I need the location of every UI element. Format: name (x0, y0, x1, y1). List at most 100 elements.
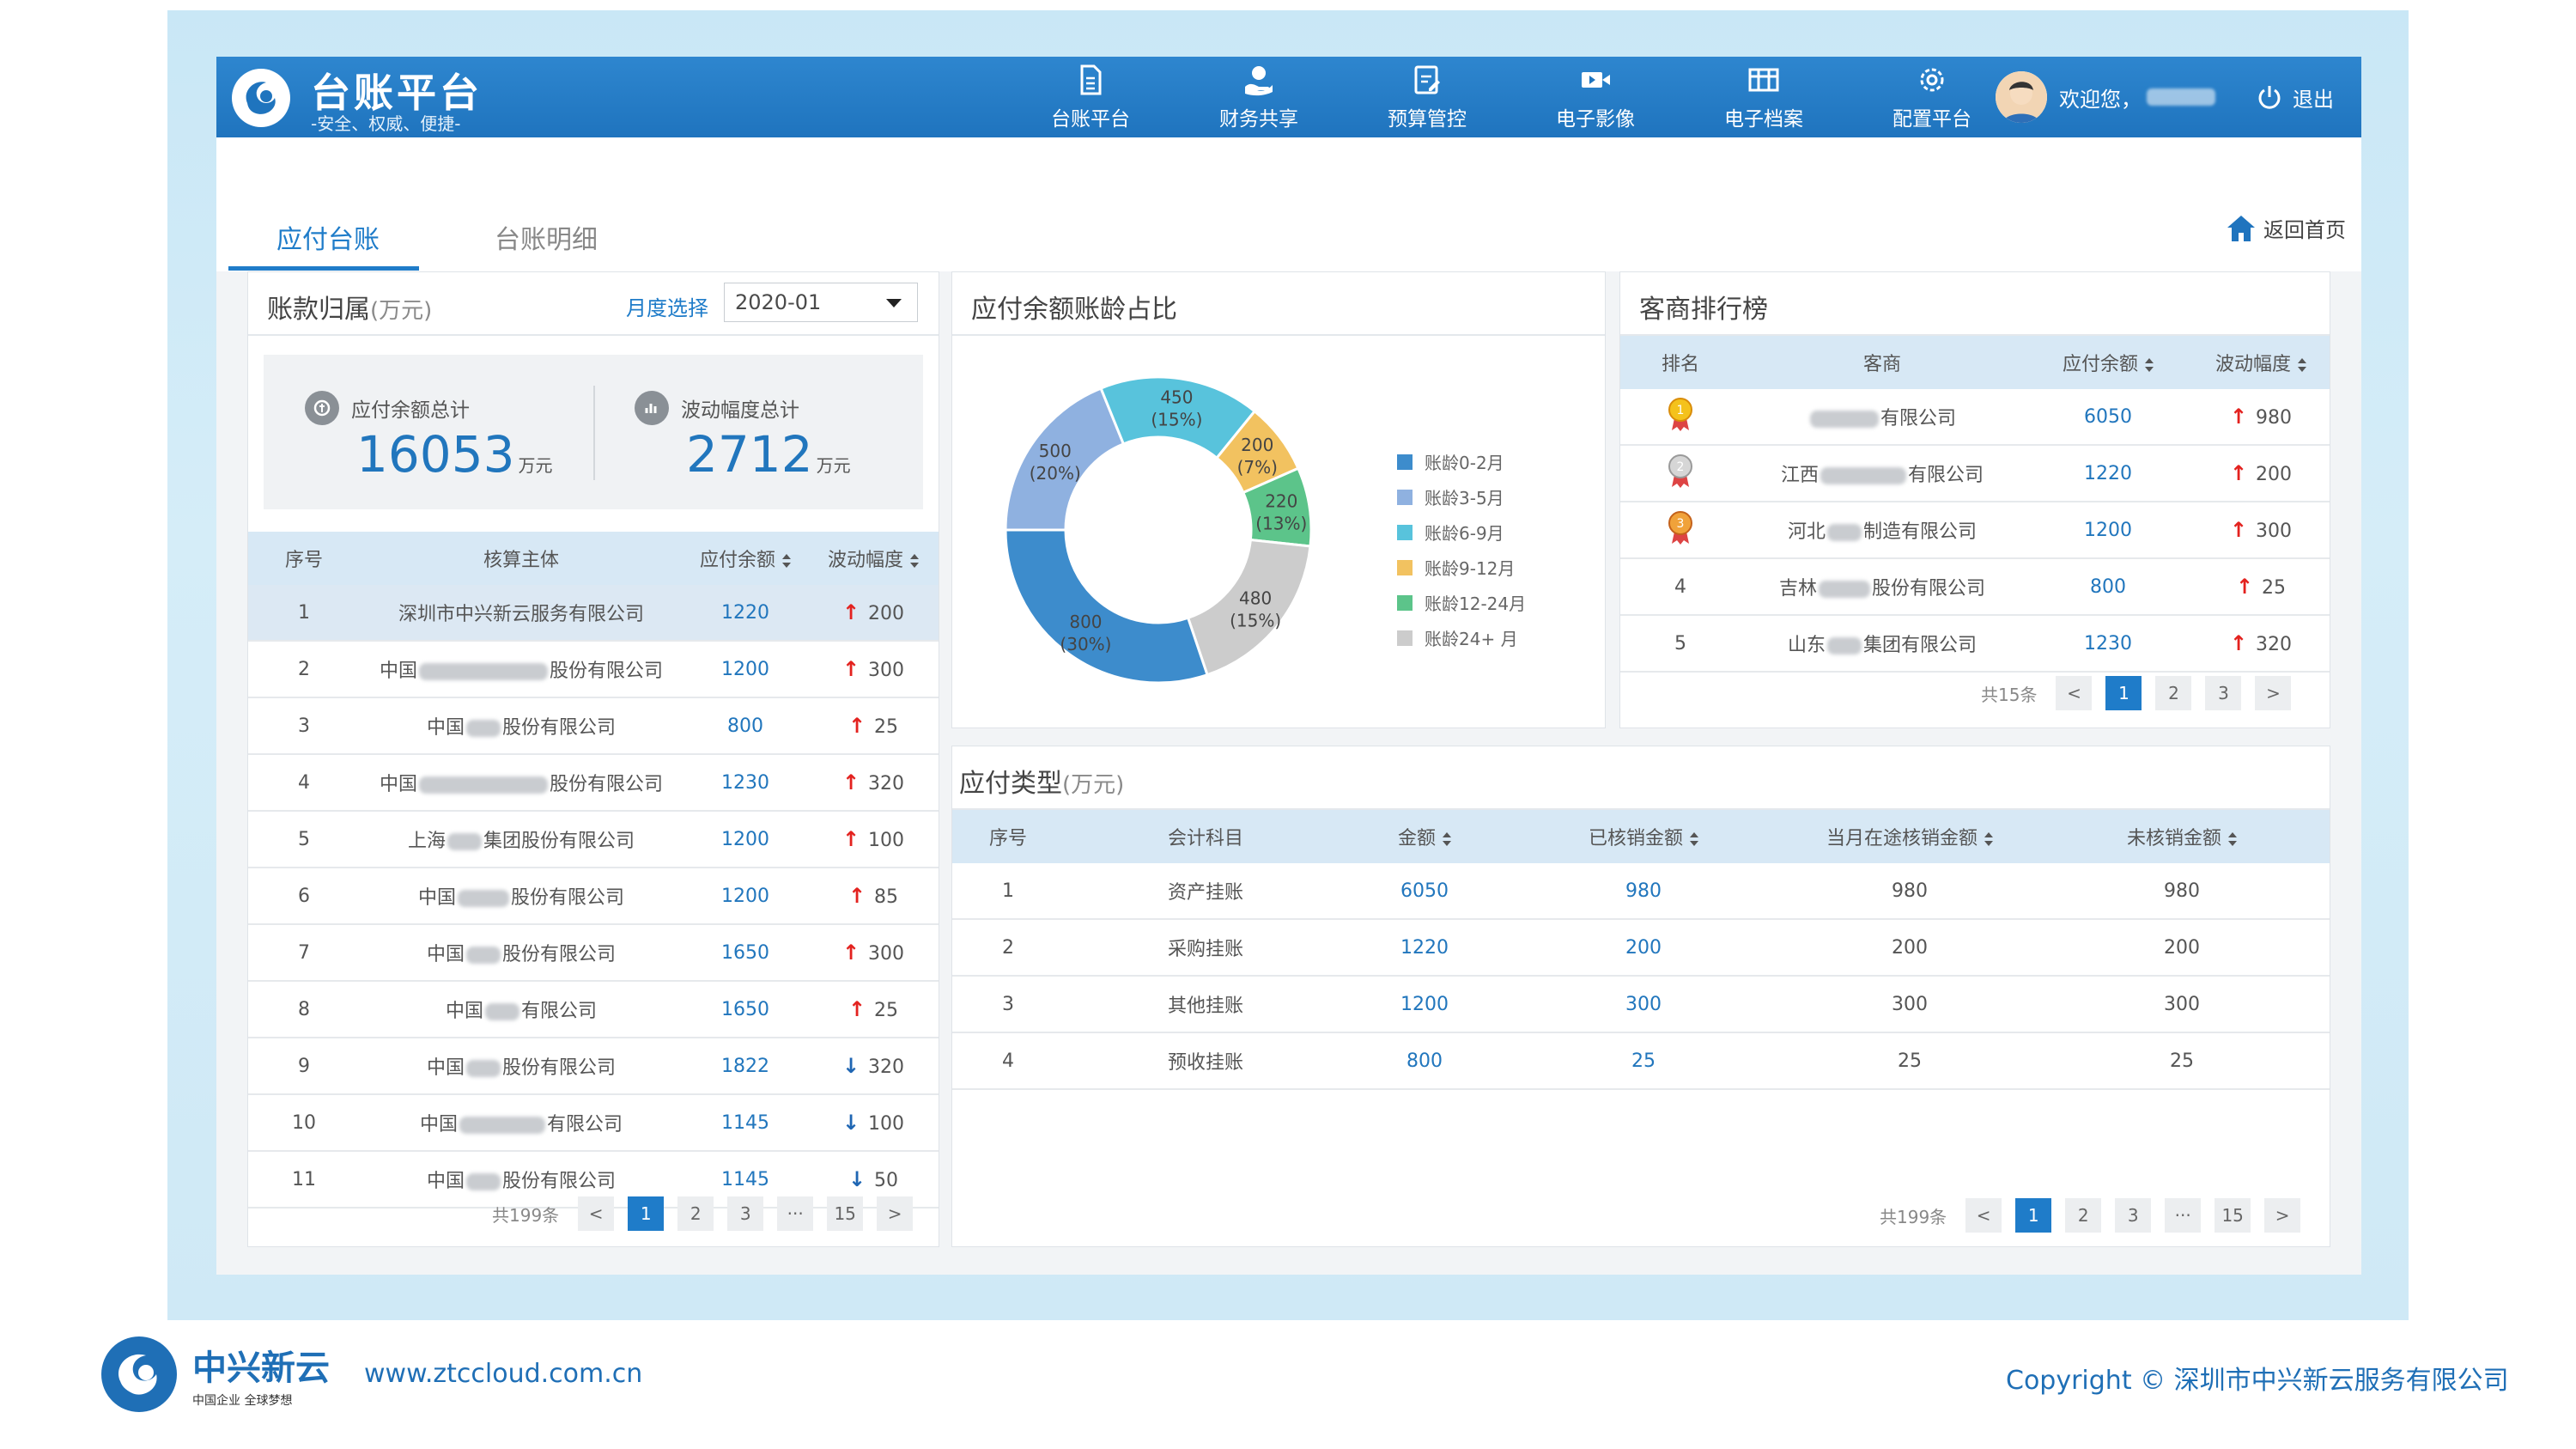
table-row[interactable]: 1 资产挂账 6050 980 980 980 (952, 863, 2330, 920)
table-row[interactable]: 3 中国 股份有限公司 800 ↑ 25 (248, 697, 939, 755)
fluctuation-value: 300 (868, 660, 905, 681)
fluctuation-value: 25 (2262, 577, 2287, 599)
column-header: 会计科目 (1064, 810, 1347, 863)
rank-cell: 3 (1620, 502, 1741, 559)
table-row[interactable]: 5 上海 集团股份有限公司 1200 ↑ 100 (248, 811, 939, 868)
legend-item[interactable]: 账龄24+ 月 (1397, 620, 1526, 655)
pagination-page[interactable]: 3 (727, 1196, 764, 1231)
open-value: 200 (2034, 919, 2330, 977)
fluctuation-value: 300 (2256, 521, 2293, 542)
column-header[interactable]: 未核销金额 (2034, 810, 2330, 863)
aging-card-title: 应付余额账龄占比 (971, 295, 1177, 325)
arrow-up-icon: ↑ (841, 657, 860, 681)
table-row[interactable]: 7 中国 股份有限公司 1650 ↑ 300 (248, 924, 939, 982)
arrow-up-icon: ↑ (848, 884, 866, 908)
pagination-prev[interactable]: < (1965, 1198, 2002, 1233)
nav-finance-sharing[interactable]: 财务共享 (1175, 57, 1343, 137)
sort-icon[interactable] (2298, 358, 2306, 372)
table-row[interactable]: 10 中国 有限公司 1145 ↓ 100 (248, 1094, 939, 1152)
tab-ledger-detail[interactable]: 台账明细 (495, 218, 598, 256)
legend-item[interactable]: 账龄0-2月 (1397, 444, 1526, 479)
pagination-page[interactable]: 1 (2105, 676, 2142, 710)
table-row[interactable]: 4 预收挂账 800 25 25 25 (952, 1032, 2330, 1090)
legend-swatch (1397, 630, 1413, 646)
table-row[interactable]: 2 中国 股份有限公司 1200 ↑ 300 (248, 641, 939, 698)
table-row[interactable]: 2 采购挂账 1220 200 200 200 (952, 919, 2330, 977)
pagination-page[interactable]: 1 (628, 1196, 665, 1231)
sort-icon[interactable] (1984, 832, 1993, 846)
column-header[interactable]: 波动幅度 (808, 532, 939, 585)
column-header: 序号 (248, 532, 360, 585)
table-row[interactable]: 3 河北 制造有限公司 1200 ↑ 300 (1620, 502, 2330, 559)
donut-slice[interactable] (1004, 528, 1209, 685)
fluctuation-cell: ↑ 85 (808, 868, 939, 925)
pagination-page[interactable]: 15 (827, 1196, 864, 1231)
table-row[interactable]: 1 深圳市中兴新云服务有限公司 1220 ↑ 200 (248, 585, 939, 642)
legend-item[interactable]: 账龄3-5月 (1397, 479, 1526, 514)
nav-ledger-platform[interactable]: 台账平台 (1006, 57, 1175, 137)
sort-icon[interactable] (2228, 832, 2237, 846)
sort-icon[interactable] (1690, 832, 1698, 846)
legend-item[interactable]: 账龄12-24月 (1397, 585, 1526, 620)
table-row[interactable]: 9 中国 股份有限公司 1822 ↓ 320 (248, 1038, 939, 1095)
pagination-page[interactable]: 2 (677, 1196, 714, 1231)
nav-budget-control[interactable]: 预算管控 (1343, 57, 1511, 137)
pagination-prev[interactable]: < (578, 1196, 615, 1231)
pagination-page[interactable]: 3 (2205, 676, 2242, 710)
fluctuation-value: 300 (868, 943, 905, 965)
pagination-next[interactable]: > (877, 1196, 914, 1231)
table-row[interactable]: 3 其他挂账 1200 300 300 300 (952, 976, 2330, 1033)
nav-config-platform[interactable]: 配置平台 (1848, 57, 2016, 137)
column-header[interactable]: 当月在途核销金额 (1785, 810, 2034, 863)
fluctuation-value: 320 (868, 773, 905, 795)
legend-swatch (1397, 454, 1413, 470)
power-icon (2258, 86, 2281, 109)
column-header-label: 应付余额 (2062, 354, 2138, 375)
account-subject: 资产挂账 (1064, 863, 1347, 920)
pagination-page[interactable]: 2 (2155, 676, 2192, 710)
month-select[interactable]: 2020-01 (724, 283, 918, 322)
in-transit-value: 25 (1785, 1032, 2034, 1090)
pagination-prev[interactable]: < (2056, 676, 2093, 710)
pagination-page[interactable]: 15 (2215, 1198, 2251, 1233)
ranking-table: 排名 客商 应付余额 波动幅度 1 有限公司 6050 ↑ 980 2 江西 有限公司 1220 ↑ 20… (1620, 336, 2330, 673)
nav-e-archive[interactable]: 电子档案 (1680, 57, 1848, 137)
table-row[interactable]: 5 山东 集团有限公司 1230 ↑ 320 (1620, 615, 2330, 673)
table-row[interactable]: 4 吉林 股份有限公司 800 ↑ 25 (1620, 558, 2330, 616)
nav-e-image[interactable]: 电子影像 (1511, 57, 1680, 137)
fluctuation-cell: ↑ 980 (2192, 389, 2330, 446)
sort-icon[interactable] (2145, 358, 2154, 372)
footer-url[interactable]: www.ztccloud.com.cn (364, 1359, 642, 1389)
amount-value: 6050 (1347, 863, 1502, 920)
column-header[interactable]: 金额 (1347, 810, 1502, 863)
legend-item[interactable]: 账龄9-12月 (1397, 550, 1526, 585)
sort-icon[interactable] (1443, 832, 1451, 846)
app-window: 台账平台 -安全、权威、便捷- 台账平台 财务共享 预算管控 电子影像 电子档案 (216, 57, 2361, 1275)
table-row[interactable]: 4 中国 股份有限公司 1230 ↑ 320 (248, 754, 939, 812)
table-row[interactable]: 8 中国 有限公司 1650 ↑ 25 (248, 981, 939, 1038)
home-link[interactable]: 返回首页 (2226, 213, 2346, 243)
column-header[interactable]: 已核销金额 (1502, 810, 1785, 863)
row-index: 1 (952, 863, 1064, 920)
sort-icon[interactable] (910, 554, 919, 568)
logout-button[interactable]: 退出 (2255, 82, 2334, 113)
column-header[interactable]: 应付余额 (2024, 336, 2192, 389)
pagination-page[interactable]: ··· (777, 1196, 814, 1231)
avatar[interactable] (1996, 71, 2047, 123)
pagination-page[interactable]: 3 (2115, 1198, 2152, 1233)
pagination-page[interactable]: 1 (2015, 1198, 2052, 1233)
sort-icon[interactable] (782, 554, 791, 568)
slice-value-label: 480 (1239, 588, 1272, 609)
pagination-page[interactable]: 2 (2065, 1198, 2102, 1233)
table-row[interactable]: 1 有限公司 6050 ↑ 980 (1620, 389, 2330, 446)
redacted-mask (419, 663, 548, 680)
column-header[interactable]: 波动幅度 (2192, 336, 2330, 389)
pagination-page[interactable]: ··· (2165, 1198, 2202, 1233)
table-row[interactable]: 2 江西 有限公司 1220 ↑ 200 (1620, 445, 2330, 502)
pagination-next[interactable]: > (2264, 1198, 2301, 1233)
column-header[interactable]: 应付余额 (683, 532, 808, 585)
pagination-next[interactable]: > (2255, 676, 2292, 710)
tab-payable-ledger[interactable]: 应付台账 (276, 218, 380, 256)
legend-item[interactable]: 账龄6-9月 (1397, 514, 1526, 550)
table-row[interactable]: 6 中国 股份有限公司 1200 ↑ 85 (248, 868, 939, 925)
